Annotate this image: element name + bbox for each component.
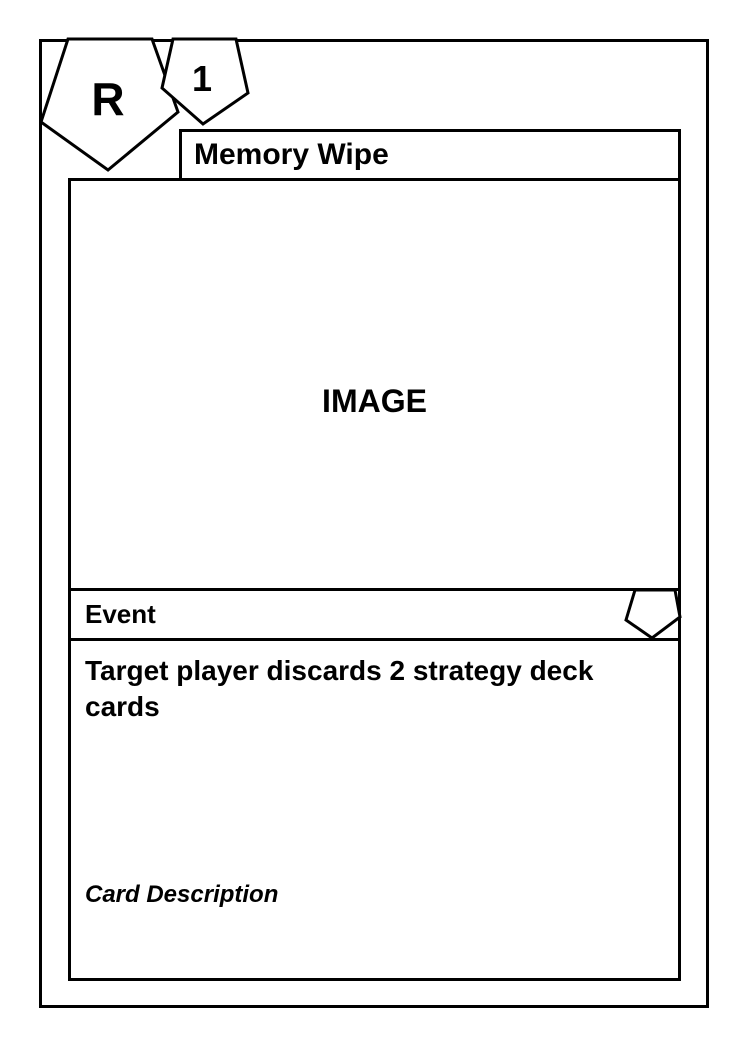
card-title: Memory Wipe <box>194 138 389 171</box>
rarity-symbol: R <box>91 73 125 125</box>
card-cost: 1 <box>191 58 213 99</box>
card-canvas: { "card": { "rarity_symbol": "R", "cost"… <box>0 0 750 1050</box>
card-type: Event <box>85 599 156 629</box>
card-description: Card Description <box>85 881 279 908</box>
card-art-placeholder: IMAGE <box>68 178 681 591</box>
image-placeholder-label: IMAGE <box>322 383 427 419</box>
title-bar: Memory Wipe <box>179 129 681 181</box>
rules-text-box: Target player discards 2 strategy deck c… <box>68 638 681 981</box>
type-line-bar: Event <box>68 588 681 641</box>
card-rules-text: Target player discards 2 strategy deck c… <box>85 655 594 722</box>
